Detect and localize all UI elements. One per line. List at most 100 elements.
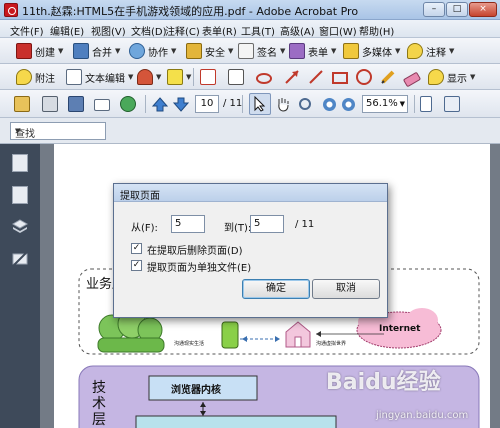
menu-tools[interactable]: 工具(T) [241,23,275,38]
separate-files-label: 提取页面为单独文件(E) [147,263,252,274]
find-input[interactable]: 查找 ▼ [10,122,106,140]
pencil-tool[interactable] [380,68,396,86]
select-tool-button[interactable] [249,93,271,115]
marquee-zoom-button[interactable] [299,95,311,113]
arrow-icon [285,70,299,84]
menu-file[interactable]: 文件(F) [10,23,44,38]
cloud-tool[interactable] [256,68,272,86]
highlight-tool[interactable] [200,68,216,86]
print-button[interactable] [42,95,58,113]
menu-edit[interactable]: 编辑(E) [50,23,84,38]
delete-after-checkbox[interactable]: ✓ [131,243,142,254]
menu-help[interactable]: 帮助(H) [359,23,394,38]
from-page-input[interactable]: 5 [171,215,205,233]
page-number-input[interactable]: 10 [195,95,219,113]
acrobat-app-icon [4,3,18,17]
hand-tool-button[interactable] [275,95,291,113]
stamp-icon [137,69,153,85]
menu-comment[interactable]: 注释(C) [165,23,200,38]
zoom-out-icon [323,97,336,111]
secure-button[interactable]: 安全 ▼ [186,42,233,60]
life-label: 沟通现实生活 [174,341,205,347]
eraser-tool[interactable] [402,68,422,87]
text-edit-button[interactable]: 文本编辑 ▼ [66,68,133,86]
signatures-icon[interactable] [12,250,28,268]
arrow-down-icon [173,97,189,112]
multimedia-button[interactable]: 多媒体 ▼ [343,42,400,60]
pages-icon[interactable] [12,154,28,172]
cloud-shape-icon [256,73,272,84]
menu-view[interactable]: 视图(V) [91,23,126,38]
scrolling-mode-button[interactable] [420,95,432,113]
zoom-tool-icon [299,98,311,110]
combine-button[interactable]: 合并 ▼ [73,42,120,60]
sign-button[interactable]: 签名 ▼ [238,42,285,60]
cursor-arrow-icon [254,96,266,112]
comment-toolbar: 附注 文本编辑 ▼ ▼ ▼ 显示 ▼ [0,64,500,90]
folder-icon [14,96,30,112]
rectangle-tool[interactable] [332,68,348,86]
open-button[interactable] [14,95,30,113]
total-pages: / 11 [295,219,315,230]
minimize-button[interactable]: – [423,2,445,17]
line-tool[interactable] [308,68,324,86]
menu-forms[interactable]: 表单(R) [202,23,237,38]
virtual-label: 沟通虚拟世界 [316,341,347,347]
hand-icon [278,98,289,112]
layers-icon[interactable] [11,218,29,236]
menu-bar: 文件(F) 编辑(E) 视图(V) 文档(D) 注释(C) 表单(R) 工具(T… [0,20,500,38]
zoom-level-select[interactable]: 56.1% ▼ [362,95,408,113]
printer-icon [42,96,58,112]
show-button[interactable]: 显示 ▼ [428,68,475,86]
text-edit-icon [66,69,82,85]
lock-icon [186,43,202,59]
eraser-icon [402,71,422,87]
arrow-tool[interactable] [284,68,300,86]
create-button[interactable]: 创建 ▼ [16,42,63,60]
multimedia-icon [343,43,359,59]
forms-button[interactable]: 表单 ▼ [289,42,336,60]
page-scroll-icon [420,96,432,112]
upload-button[interactable] [120,95,136,113]
title-bar: 11th.赵霖:HTML5在手机游戏领域的应用.pdf - Adobe Acro… [0,0,500,20]
chevron-down-icon: ▼ [15,127,21,135]
bookmarks-icon[interactable] [12,186,28,204]
baidu-watermark: Baidu经验 [326,370,441,395]
textbox-icon [228,69,244,85]
to-page-input[interactable]: 5 [250,215,284,233]
email-button[interactable] [94,95,110,113]
forms-icon [289,43,305,59]
zoom-out-button[interactable] [323,95,336,113]
envelope-icon [94,99,110,111]
menu-advanced[interactable]: 高级(A) [280,23,315,38]
sticky-note-button[interactable]: 附注 [16,68,55,86]
highlight-icon [200,69,216,85]
collaborate-button[interactable]: 协作 ▼ [129,42,176,60]
text-correction-button[interactable]: ▼ [167,68,191,86]
textbox-tool[interactable] [228,68,244,86]
watermark-url: jingyan.baidu.com [376,410,469,421]
close-button[interactable]: × [469,2,497,17]
save-button[interactable] [68,95,84,113]
create-pdf-icon [16,43,32,59]
delete-after-label: 在提取后删除页面(D) [147,246,243,257]
internet-label: Internet [379,324,421,334]
stamp-button[interactable]: ▼ [137,68,161,86]
text-correction-icon [167,69,183,85]
navigation-toolbar: 10 / 11 56.1% ▼ [0,90,500,118]
comment-button[interactable]: 注释 ▼ [407,42,454,60]
maximize-button[interactable]: □ [446,2,468,17]
zoom-in-icon [342,97,355,111]
previous-page-button[interactable] [152,95,168,113]
menu-document[interactable]: 文档(D) [131,23,167,38]
next-page-button[interactable] [173,95,189,113]
cancel-button[interactable]: 取消 [312,279,380,299]
ok-button[interactable]: 确定 [242,279,310,299]
zoom-in-button[interactable] [342,95,355,113]
menu-window[interactable]: 窗口(W) [319,23,357,38]
fit-page-button[interactable] [444,95,460,113]
save-disk-icon [68,96,84,112]
dialog-title: 提取页面 [120,191,160,202]
separate-files-checkbox[interactable]: ✓ [131,260,142,271]
oval-tool[interactable] [356,68,372,86]
